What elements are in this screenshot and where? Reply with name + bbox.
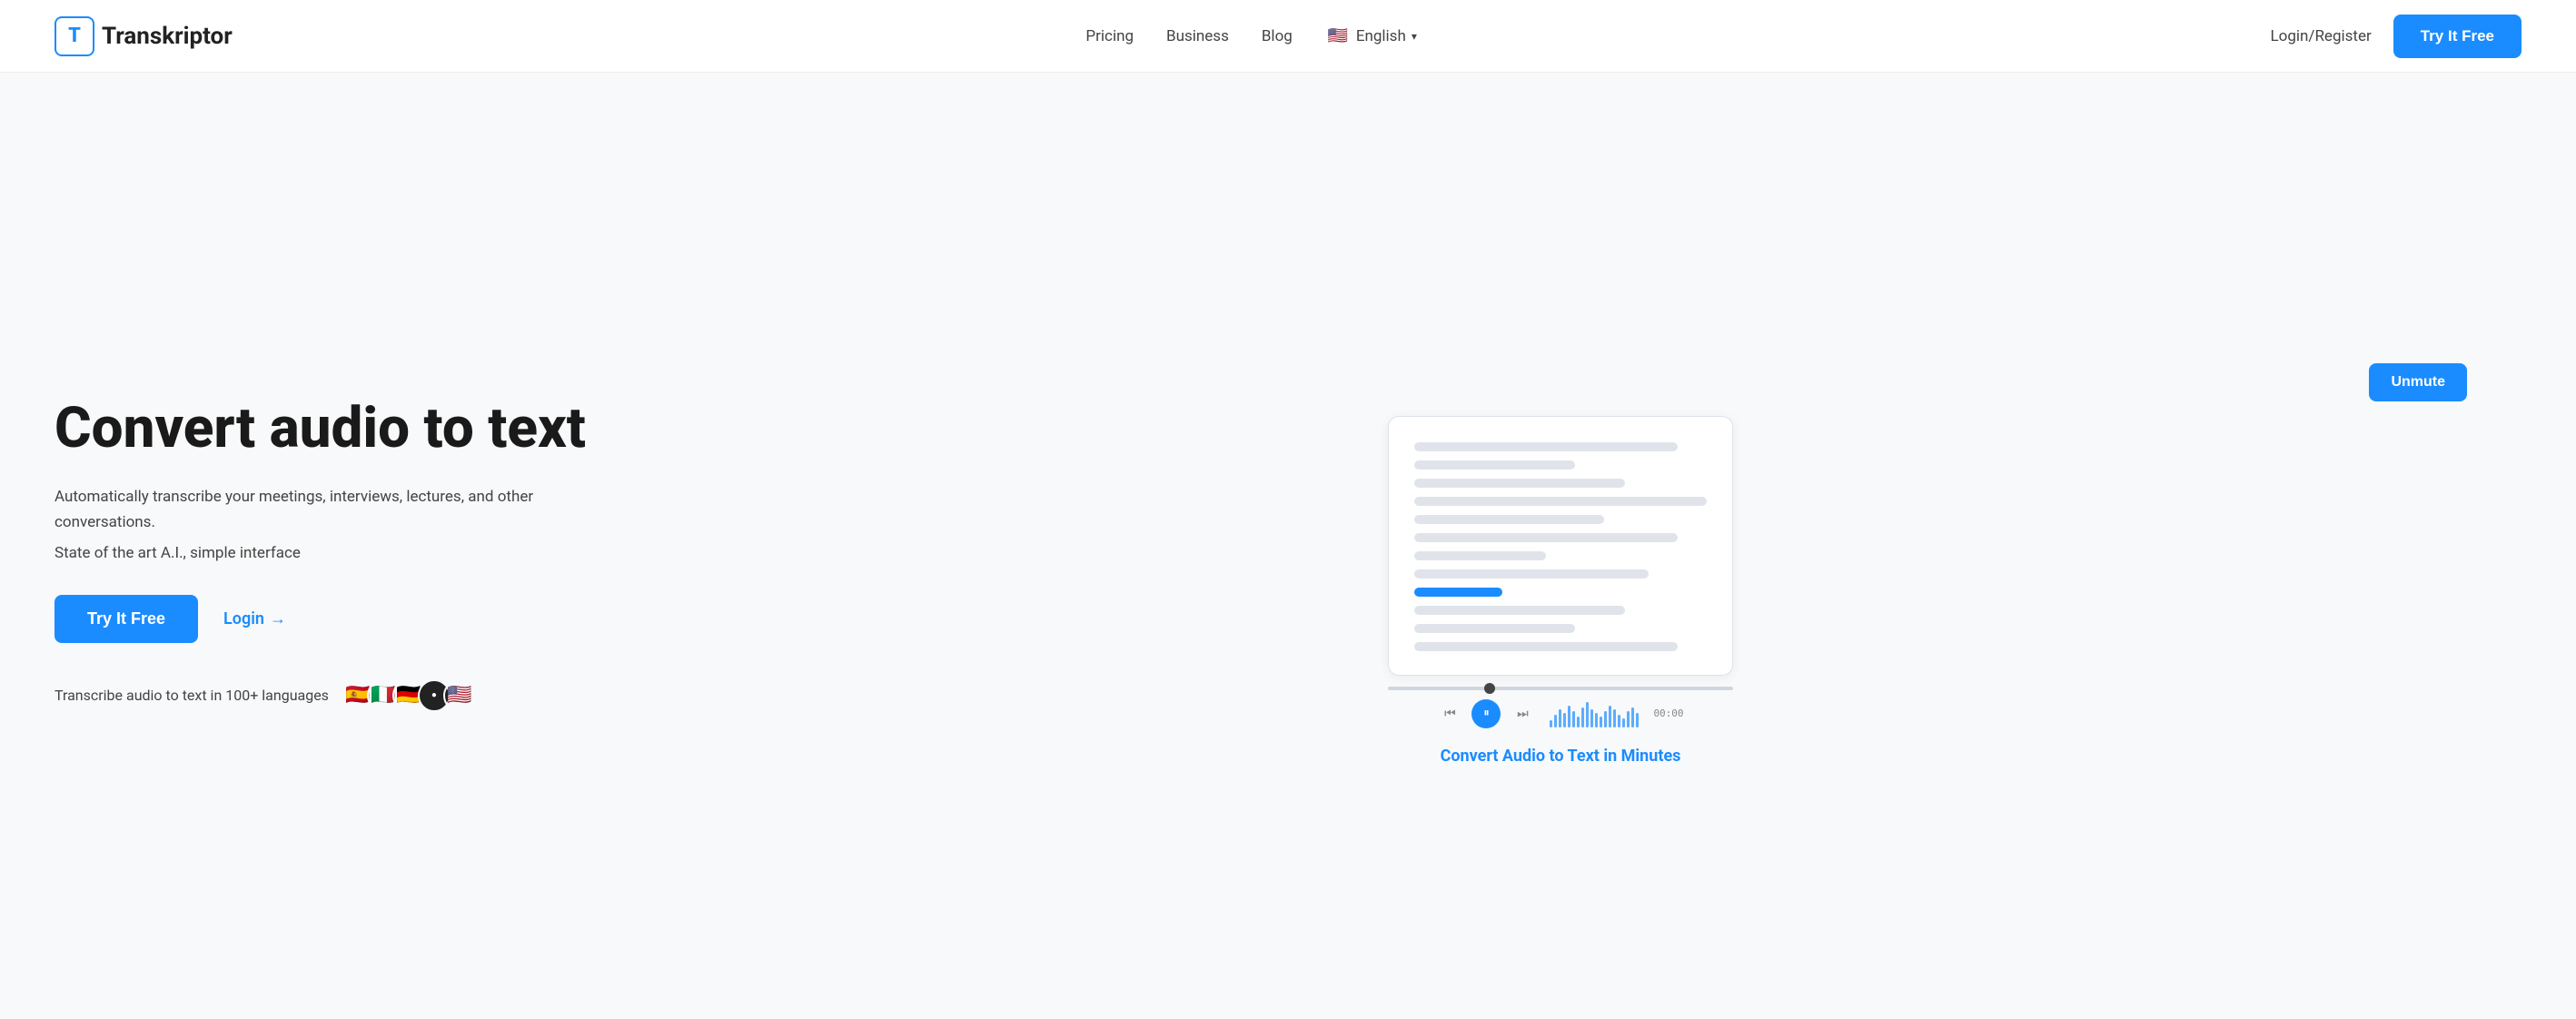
progress-thumb [1484,683,1495,694]
transcript-line [1414,642,1678,651]
audio-player: ⏮ ⏸ ⏭ 00:00 [1388,687,1733,728]
language-label: English [1356,27,1406,45]
player-controls: ⏮ ⏸ ⏭ 00:00 [1437,699,1683,728]
unmute-button[interactable]: Unmute [2369,363,2467,401]
hero-section: Convert audio to text Automatically tran… [0,73,2576,1019]
navbar: T Transkriptor Pricing Business Blog 🇺🇸 … [0,0,2576,73]
hero-login-link[interactable]: Login → [223,609,286,628]
hero-subtitle: Automatically transcribe your meetings, … [54,485,599,534]
language-selector[interactable]: 🇺🇸 English ▾ [1325,24,1417,49]
nav-blog[interactable]: Blog [1262,27,1293,45]
wave-bar [1568,706,1570,727]
progress-track[interactable] [1388,687,1733,690]
nav-links: Pricing Business Blog 🇺🇸 English ▾ [1085,24,1416,49]
wave-bar [1577,717,1580,727]
nav-business[interactable]: Business [1166,27,1229,45]
transcript-line [1414,479,1625,488]
hero-title: Convert audio to text [54,398,599,460]
wave-bar [1586,702,1589,727]
wave-bar [1636,713,1639,727]
transcript-line [1414,460,1575,470]
wave-bar [1622,718,1625,727]
hero-feature: State of the art A.I., simple interface [54,544,599,562]
wave-bar [1613,709,1616,727]
waveform [1550,700,1639,727]
nav-pricing[interactable]: Pricing [1085,27,1134,45]
wave-bar [1595,713,1598,727]
transcript-card [1388,416,1733,676]
transcript-line [1414,442,1678,451]
languages-label: Transcribe audio to text in 100+ languag… [54,687,329,704]
login-label: Login [223,609,264,628]
login-register-link[interactable]: Login/Register [2271,27,2372,45]
wave-bar [1600,717,1602,727]
logo-icon: T [54,16,94,56]
wave-bar [1554,715,1557,727]
transcript-line [1414,606,1625,615]
transcript-line [1414,533,1678,542]
hero-try-free-button[interactable]: Try It Free [54,595,198,643]
transcript-line [1414,551,1546,560]
transcript-line [1414,515,1604,524]
transcript-line [1414,497,1707,506]
wave-bar [1559,709,1561,727]
wave-bar [1631,707,1634,727]
hero-actions: Try It Free Login → [54,595,599,643]
wave-bar [1550,720,1552,727]
transcript-line [1414,569,1649,579]
hero-left: Convert audio to text Automatically tran… [54,398,599,712]
wave-bar [1604,711,1607,727]
logo-link[interactable]: T Transkriptor [54,16,233,56]
transcript-line-active [1414,588,1502,597]
wave-bar [1590,709,1593,727]
arrow-icon: → [270,609,286,628]
nav-right: Login/Register Try It Free [2271,15,2522,58]
wave-bar [1581,707,1584,727]
wave-bar [1609,706,1611,727]
convert-label: Convert Audio to Text in Minutes [1441,747,1681,766]
logo-text: Transkriptor [102,23,233,50]
transcript-line [1414,624,1575,633]
time-display: 00:00 [1653,707,1683,719]
language-flags: 🇪🇸 🇮🇹 🇩🇪 ● 🇺🇸 [342,679,476,712]
nav-try-free-button[interactable]: Try It Free [2393,15,2522,58]
hero-languages: Transcribe audio to text in 100+ languag… [54,679,599,712]
wave-bar [1572,711,1575,727]
us-flag2-icon: 🇺🇸 [443,679,476,712]
fast-forward-button[interactable]: ⏭ [1510,701,1535,727]
wave-bar [1563,713,1566,727]
wave-bar [1618,715,1620,727]
chevron-down-icon: ▾ [1412,30,1417,43]
hero-right: Unmute ⏮ ⏸ ⏭ 00: [599,345,2522,766]
us-flag-icon: 🇺🇸 [1325,24,1351,49]
rewind-button[interactable]: ⏮ [1437,701,1462,727]
wave-bar [1627,711,1630,727]
play-pause-button[interactable]: ⏸ [1471,699,1501,728]
